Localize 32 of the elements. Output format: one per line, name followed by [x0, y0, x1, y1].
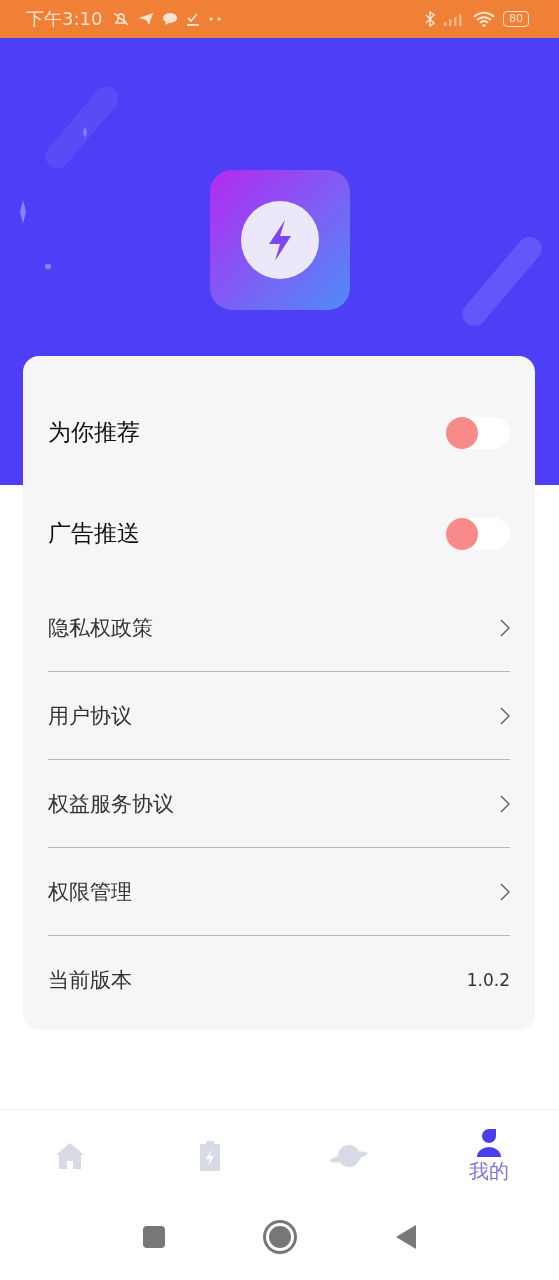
- setting-label: 广告推送: [48, 519, 140, 548]
- wifi-icon: [473, 11, 495, 27]
- status-time: 下午3:10: [26, 7, 103, 31]
- toggle-switch[interactable]: [446, 416, 510, 449]
- more-icon: [208, 16, 223, 22]
- menu-item[interactable]: 权限管理: [48, 877, 132, 906]
- tab[interactable]: 我的: [419, 1110, 559, 1202]
- toggle-switch[interactable]: [446, 517, 510, 550]
- decorative-dot: [45, 263, 51, 270]
- send-icon: [138, 12, 155, 26]
- menu-item[interactable]: 隐私权政策: [48, 613, 153, 642]
- chevron-right-icon: [500, 882, 510, 901]
- sparkle-icon: [83, 126, 87, 139]
- app-logo-icon: [209, 170, 350, 310]
- mute-icon: [112, 11, 131, 27]
- recents-button[interactable]: [142, 1226, 165, 1248]
- signal-icon: [443, 12, 465, 26]
- battery-icon: 80: [503, 11, 529, 27]
- sparkle-icon: [20, 199, 26, 224]
- chevron-right-icon: [500, 618, 510, 637]
- chevron-right-icon: [500, 706, 510, 725]
- person-icon: [475, 1127, 504, 1158]
- chevron-right-icon: [500, 794, 510, 813]
- back-button[interactable]: [394, 1224, 417, 1250]
- battery-icon: [197, 1140, 222, 1172]
- chat-icon: [162, 12, 179, 26]
- setting-label: 为你推荐: [48, 418, 140, 447]
- bluetooth-icon: [425, 11, 435, 27]
- version-number: 1.0.2: [466, 969, 510, 990]
- check-icon: [186, 12, 201, 26]
- menu-item[interactable]: 用户协议: [48, 701, 132, 730]
- menu-item[interactable]: 权益服务协议: [48, 789, 174, 818]
